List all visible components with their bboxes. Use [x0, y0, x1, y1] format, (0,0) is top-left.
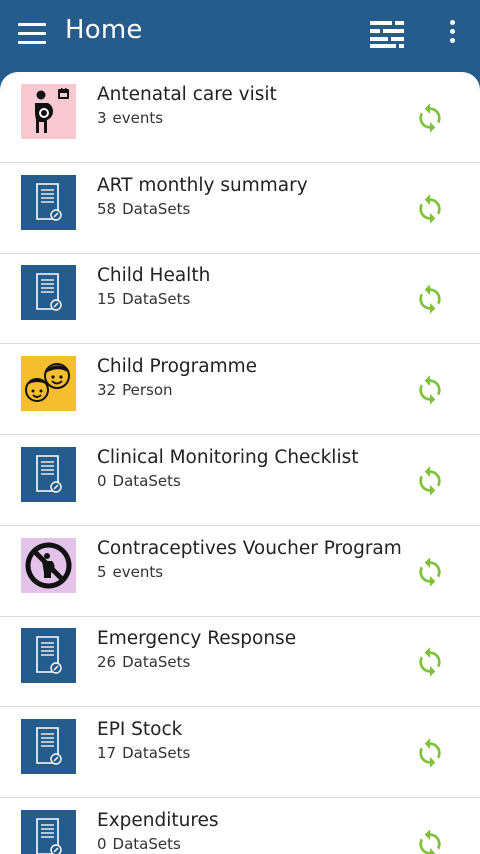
program-list-item[interactable]: Expenditures 0 DataSets — [0, 798, 480, 854]
program-list-item[interactable]: Antenatal care visit 3 events — [0, 72, 480, 163]
program-list-item[interactable]: Child Programme 32 Person — [0, 344, 480, 436]
count-value: 0 — [97, 471, 107, 490]
program-count: 17 DataSets — [97, 744, 190, 762]
program-count: 26 DataSets — [97, 653, 190, 671]
count-unit: events — [112, 562, 164, 581]
count-value: 3 — [97, 109, 107, 127]
program-count: 0 DataSets — [97, 472, 181, 490]
program-count: 32 Person — [97, 381, 173, 399]
dataset-form-icon — [21, 809, 76, 854]
program-name: Child Programme — [97, 356, 258, 378]
count-value: 0 — [97, 834, 107, 853]
count-unit: DataSets — [112, 471, 181, 490]
dataset-form-icon — [21, 718, 76, 774]
dataset-form-icon — [21, 446, 76, 502]
program-list-item[interactable]: Child Health 15 DataSets — [0, 253, 480, 345]
program-name: Clinical Monitoring Checklist — [97, 446, 359, 468]
program-name: Contraceptives Voucher Program — [97, 537, 402, 559]
filter-list-icon[interactable] — [370, 20, 404, 49]
program-name: ART monthly summary — [97, 174, 308, 196]
program-name: Emergency Response — [97, 628, 297, 650]
count-value: 15 — [97, 290, 117, 309]
program-list-item[interactable]: Clinical Monitoring Checklist 0 DataSets — [0, 435, 480, 526]
sync-icon[interactable] — [414, 193, 446, 225]
count-unit: Person — [122, 381, 173, 400]
program-name: Antenatal care visit — [97, 84, 277, 105]
program-list-item[interactable]: EPI Stock 17 DataSets — [0, 707, 480, 798]
hamburger-menu-icon[interactable] — [18, 23, 46, 45]
program-list-item[interactable]: Emergency Response 26 DataSets — [0, 616, 480, 708]
program-count: 15 DataSets — [97, 290, 190, 308]
program-count: 5 events — [97, 563, 163, 581]
count-value: 26 — [97, 653, 117, 672]
more-vertical-icon[interactable] — [444, 20, 460, 48]
no-pregnancy-icon — [21, 537, 76, 593]
dataset-form-icon — [21, 628, 76, 684]
children-faces-icon — [21, 356, 76, 412]
count-unit: DataSets — [112, 834, 181, 853]
count-unit: DataSets — [122, 199, 191, 218]
sync-icon[interactable] — [414, 374, 446, 406]
count-value: 32 — [97, 381, 117, 400]
program-name: EPI Stock — [97, 718, 183, 740]
program-list-item[interactable]: ART monthly summary 58 DataSets — [0, 163, 480, 254]
sync-icon[interactable] — [414, 283, 446, 315]
program-name: Expenditures — [97, 809, 219, 831]
sync-icon[interactable] — [414, 646, 446, 678]
program-count: 3 events — [97, 109, 163, 127]
program-list: Antenatal care visit 3 events ART monthly… — [0, 72, 480, 854]
program-count: 58 DataSets — [97, 200, 190, 218]
program-name: Child Health — [97, 265, 211, 287]
count-unit: DataSets — [122, 653, 191, 672]
page-title: Home — [65, 15, 143, 45]
count-unit: DataSets — [122, 290, 191, 309]
program-list-item[interactable]: Contraceptives Voucher Program 5 events — [0, 526, 480, 617]
app-bar: Home — [0, 0, 480, 80]
dataset-form-icon — [21, 174, 76, 230]
sync-icon[interactable] — [414, 102, 446, 134]
dataset-form-icon — [21, 265, 76, 321]
program-count: 0 DataSets — [97, 835, 181, 853]
sync-icon[interactable] — [414, 737, 446, 769]
count-value: 5 — [97, 562, 107, 581]
pregnant-woman-icon — [21, 84, 76, 139]
sync-icon[interactable] — [414, 465, 446, 497]
count-value: 58 — [97, 199, 117, 218]
count-unit: events — [112, 109, 164, 127]
sync-icon[interactable] — [414, 556, 446, 588]
sync-icon[interactable] — [414, 828, 446, 854]
count-value: 17 — [97, 743, 117, 762]
count-unit: DataSets — [122, 743, 191, 762]
